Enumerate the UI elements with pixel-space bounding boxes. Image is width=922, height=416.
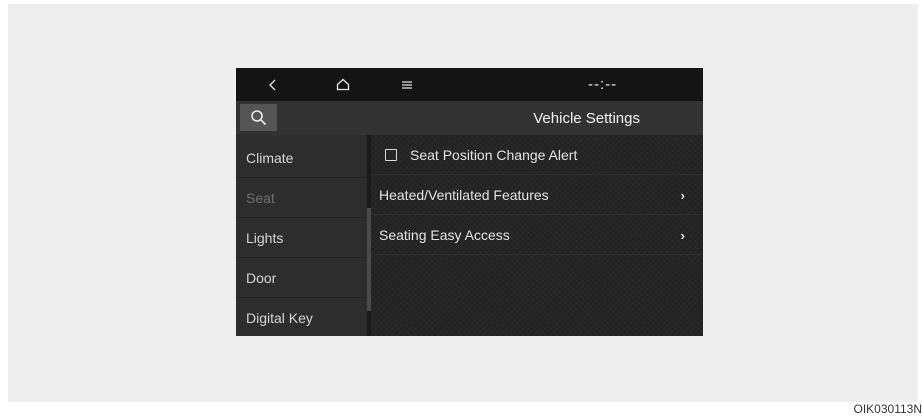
sidebar-item-seat[interactable]: Seat <box>236 178 367 218</box>
search-icon <box>250 109 266 125</box>
status-bar: --:-- <box>236 68 703 101</box>
sidebar-item-label: Climate <box>246 149 294 166</box>
sidebar-item-digital-key[interactable]: Digital Key <box>236 298 367 336</box>
hamburger-menu-icon <box>402 80 412 89</box>
row-label: Seating Easy Access <box>379 226 510 243</box>
sidebar-item-label: Seat <box>246 189 275 206</box>
sidebar-item-climate[interactable]: Climate <box>236 138 367 178</box>
sidebar-item-label: Lights <box>246 229 284 246</box>
infotainment-screen: --:-- Vehicle Settings Climate Seat Ligh… <box>236 68 703 336</box>
page: --:-- Vehicle Settings Climate Seat Ligh… <box>0 0 922 416</box>
seating-easy-access-row[interactable]: Seating Easy Access › <box>371 215 703 255</box>
home-icon <box>336 78 350 91</box>
chevron-right-icon: › <box>680 227 685 243</box>
page-title: Vehicle Settings <box>533 109 640 127</box>
sidebar: Climate Seat Lights Door Digital Key <box>236 135 367 336</box>
title-bar: Vehicle Settings <box>236 101 703 135</box>
sidebar-item-label: Door <box>246 269 277 286</box>
search-button[interactable] <box>240 104 277 131</box>
sidebar-item-label: Digital Key <box>246 309 313 326</box>
row-label: Heated/Ventilated Features <box>379 186 549 203</box>
clock-display: --:-- <box>588 76 618 93</box>
chevron-left-icon <box>269 79 276 90</box>
menu-button[interactable] <box>392 68 422 101</box>
home-button[interactable] <box>328 68 358 101</box>
image-code-label: OIK030113N <box>853 402 922 416</box>
back-button[interactable] <box>258 68 288 101</box>
seat-position-alert-checkbox[interactable] <box>385 148 397 161</box>
settings-content: Seat Position Change Alert Heated/Ventil… <box>371 135 703 336</box>
sidebar-item-door[interactable]: Door <box>236 258 367 298</box>
seat-position-alert-row[interactable]: Seat Position Change Alert <box>371 135 703 175</box>
row-label: Seat Position Change Alert <box>410 146 578 163</box>
chevron-right-icon: › <box>680 187 685 203</box>
sidebar-item-lights[interactable]: Lights <box>236 218 367 258</box>
heated-ventilated-row[interactable]: Heated/Ventilated Features › <box>371 175 703 215</box>
